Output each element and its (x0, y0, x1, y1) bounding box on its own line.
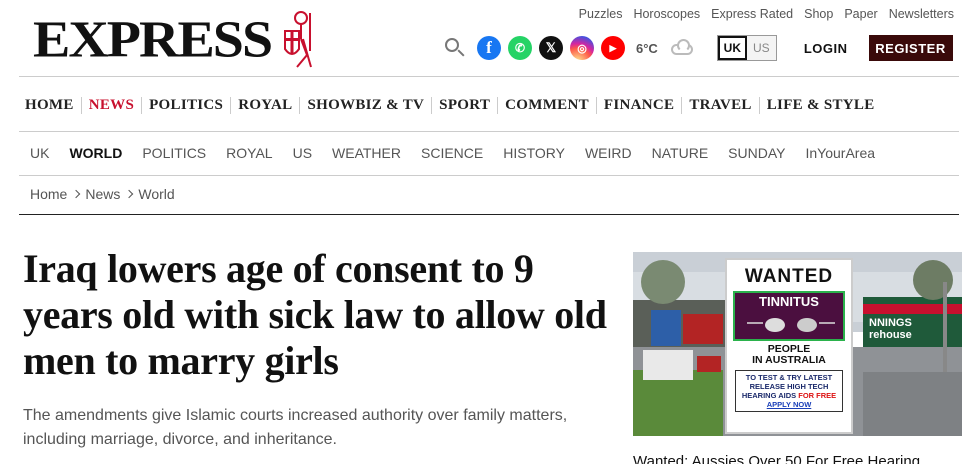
search-icon[interactable] (444, 37, 466, 59)
whatsapp-icon[interactable]: ✆ (508, 36, 532, 60)
chevron-right-icon (72, 189, 81, 199)
top-link-newsletters[interactable]: Newsletters (889, 7, 954, 21)
subnav-science[interactable]: SCIENCE (421, 145, 483, 161)
poster-fine-print: TO TEST & TRY LATEST RELEASE HIGH TECH H… (735, 370, 843, 412)
subnav-politics[interactable]: POLITICS (142, 145, 206, 161)
subnav-weird[interactable]: WEIRD (585, 145, 632, 161)
subnav-inyourarea[interactable]: InYourArea (805, 145, 875, 161)
temperature: 6°C (636, 40, 658, 56)
facebook-icon[interactable]: f (477, 36, 501, 60)
chevron-right-icon (125, 189, 134, 199)
poster-people-line2: IN AUSTRALIA (752, 354, 826, 366)
utility-bar: f ✆ 𝕏 ◎ ▶ 6°C UK US LOGIN REGISTER (444, 34, 953, 62)
nav-politics[interactable]: POLITICS (141, 96, 230, 114)
breadcrumb-news[interactable]: News (85, 186, 120, 202)
login-button[interactable]: LOGIN (804, 41, 848, 56)
top-link-shop[interactable]: Shop (804, 7, 833, 21)
divider (19, 214, 959, 215)
wanted-poster: WANTED TINNITUS PEOPLE IN AUSTRALIA TO T… (725, 258, 853, 434)
breadcrumb: Home News World (30, 186, 175, 202)
top-link-express-rated[interactable]: Express Rated (711, 7, 793, 21)
nav-sport[interactable]: SPORT (431, 96, 497, 114)
svg-text:NNINGS: NNINGS (869, 317, 912, 329)
top-link-paper[interactable]: Paper (844, 7, 877, 21)
cloud-icon (668, 39, 696, 57)
logo-wordmark: EXPRESS (33, 11, 273, 69)
poster-people: PEOPLE IN AUSTRALIA (727, 344, 851, 366)
subnav-us[interactable]: US (293, 145, 312, 161)
subnav-world[interactable]: WORLD (69, 145, 122, 161)
subnav-sunday[interactable]: SUNDAY (728, 145, 785, 161)
nav-life-style[interactable]: LIFE & STYLE (758, 96, 882, 114)
nav-royal[interactable]: ROYAL (230, 96, 299, 114)
hearing-aid-icon (747, 318, 835, 332)
subnav-royal[interactable]: ROYAL (226, 145, 272, 161)
nav-news[interactable]: NEWS (80, 96, 141, 114)
nav-comment[interactable]: COMMENT (497, 96, 596, 114)
breadcrumb-world[interactable]: World (138, 186, 174, 202)
nav-showbiz-tv[interactable]: SHOWBIZ & TV (299, 96, 431, 114)
divider (19, 131, 959, 132)
edition-us[interactable]: US (746, 36, 776, 60)
svg-text:rehouse: rehouse (869, 329, 912, 341)
main-nav: HOME NEWS POLITICS ROYAL SHOWBIZ & TV SP… (19, 90, 882, 120)
poster-apply: APPLY NOW (766, 400, 812, 409)
article-standfirst: The amendments give Islamic courts incre… (23, 407, 568, 448)
poster-tinnitus-box: TINNITUS (733, 291, 845, 341)
sub-nav: UK WORLD POLITICS ROYAL US WEATHER SCIEN… (30, 142, 875, 164)
divider (19, 76, 959, 77)
breadcrumb-home[interactable]: Home (30, 186, 67, 202)
instagram-icon[interactable]: ◎ (570, 36, 594, 60)
express-logo[interactable]: EXPRESS (33, 10, 319, 70)
ad-caption[interactable]: Wanted: Aussies Over 50 For Free Hearing (633, 453, 920, 464)
nav-finance[interactable]: FINANCE (595, 96, 681, 114)
top-links: Puzzles Horoscopes Express Rated Shop Pa… (579, 7, 954, 21)
article-headline: Iraq lowers age of consent to 9 years ol… (23, 246, 607, 383)
nav-travel[interactable]: TRAVEL (681, 96, 758, 114)
youtube-icon[interactable]: ▶ (601, 36, 625, 60)
edition-switch: UK US (716, 35, 777, 61)
subnav-weather[interactable]: WEATHER (332, 145, 401, 161)
edition-uk[interactable]: UK (717, 36, 747, 60)
crusader-icon (284, 11, 313, 68)
ad-image[interactable]: NNINGS rehouse WANTED TINNITUS PEOPLE IN… (633, 252, 962, 436)
poster-tinnitus: TINNITUS (759, 294, 819, 309)
poster-free: FOR FREE (798, 391, 837, 400)
subnav-uk[interactable]: UK (30, 145, 49, 161)
poster-wanted: WANTED (744, 266, 834, 287)
top-link-puzzles[interactable]: Puzzles (579, 7, 623, 21)
register-button[interactable]: REGISTER (868, 35, 953, 61)
nav-home[interactable]: HOME (19, 97, 81, 114)
subnav-nature[interactable]: NATURE (652, 145, 709, 161)
divider (19, 175, 959, 176)
subnav-history[interactable]: HISTORY (503, 145, 565, 161)
top-link-horoscopes[interactable]: Horoscopes (633, 7, 700, 21)
x-icon[interactable]: 𝕏 (539, 36, 563, 60)
